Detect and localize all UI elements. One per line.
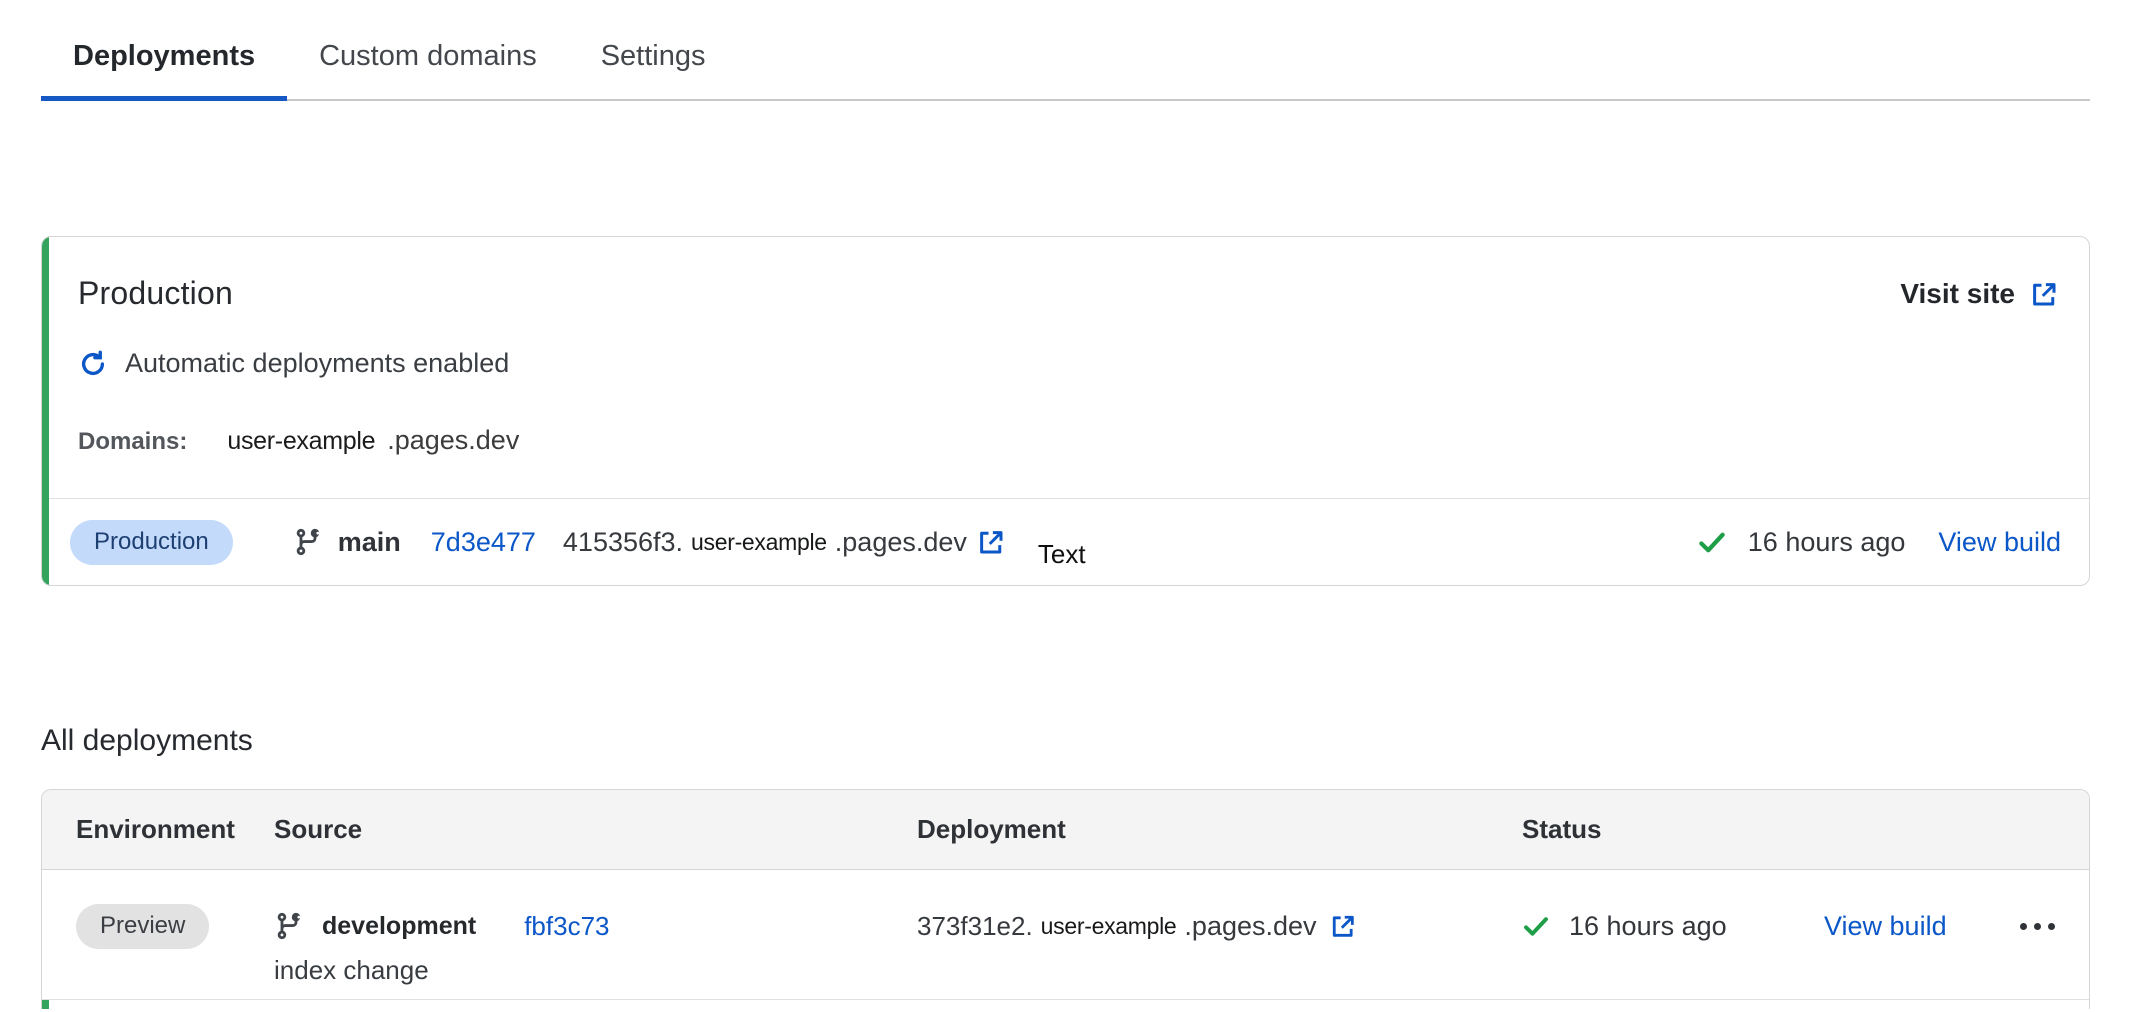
source-cell: development fbf3c73 index change [274, 906, 917, 989]
deployments-table: Environment Source Deployment Status Pre… [41, 789, 2090, 1009]
external-link-icon [2029, 279, 2059, 309]
source-line: development fbf3c73 [274, 906, 610, 946]
all-deployments-heading: All deployments [41, 724, 2090, 758]
visit-site-label: Visit site [1900, 278, 2015, 310]
visit-site-link[interactable]: Visit site [1900, 278, 2059, 310]
actions-cell: View build [1824, 906, 2089, 946]
column-header-status: Status [1522, 814, 1824, 845]
domain-suffix: .pages.dev [387, 425, 519, 456]
refresh-icon [78, 349, 108, 379]
deployment-subdomain: 415356f3. [563, 527, 683, 558]
deployment-time: 16 hours ago [1569, 911, 1727, 942]
branch-name: development [322, 912, 476, 941]
tab-label: Settings [601, 40, 706, 72]
annotation-text: Text [1038, 539, 1086, 570]
production-indicator-bar [42, 237, 49, 585]
environment-badge: Preview [76, 904, 209, 949]
production-indicator-bar [42, 1000, 49, 1009]
auto-deployments-status: Automatic deployments enabled [78, 348, 2059, 379]
column-header-deployment: Deployment [917, 814, 1522, 845]
commit-message: index change [274, 951, 429, 989]
deployment-subdomain: 373f31e2. [917, 911, 1033, 942]
tab-label: Deployments [73, 40, 255, 72]
more-options-icon[interactable] [2018, 917, 2057, 936]
deployment-domain-suffix: .pages.dev [835, 527, 967, 558]
production-card: Production Visit site Automatic de [41, 236, 2090, 586]
domains-label: Domains: [78, 428, 187, 456]
domains-row: Domains: user-example .pages.dev [78, 425, 2059, 456]
environment-cell: Preview [42, 906, 274, 946]
environment-badge: Production [70, 520, 233, 565]
deployment-domain-name: user-example [691, 529, 827, 556]
branch-name: main [338, 527, 401, 558]
table-header-row: Environment Source Deployment Status [42, 790, 2089, 870]
deployment-domain-name: user-example [1041, 913, 1177, 940]
external-link-icon[interactable] [1329, 912, 1357, 940]
tab-settings[interactable]: Settings [569, 34, 738, 101]
status-cell: 16 hours ago [1522, 906, 1824, 946]
check-icon [1522, 912, 1550, 940]
git-branch-icon [274, 911, 304, 941]
deployment-status: 16 hours ago View build [1697, 527, 2061, 558]
column-header-source: Source [274, 814, 917, 845]
auto-deployments-text: Automatic deployments enabled [125, 348, 509, 379]
deployment-time: 16 hours ago [1748, 527, 1906, 558]
production-card-header: Production Visit site [78, 275, 2059, 312]
commit-link[interactable]: fbf3c73 [524, 911, 609, 942]
tab-label: Custom domains [319, 40, 537, 72]
table-row: Preview development fbf3c73 index change… [42, 870, 2089, 1000]
git-branch-icon [293, 527, 323, 557]
column-header-environment: Environment [42, 814, 274, 845]
deployment-domain-suffix: .pages.dev [1184, 911, 1316, 942]
check-icon [1697, 527, 1727, 557]
tab-bar: Deployments Custom domains Settings [41, 34, 2090, 101]
production-deployment-row: Production main 7d3e477 415356f3. user-e… [42, 498, 2089, 585]
view-build-link[interactable]: View build [1938, 527, 2061, 558]
production-card-body: Production Visit site Automatic de [42, 237, 2089, 456]
deployment-cell: 373f31e2. user-example .pages.dev [917, 906, 1522, 946]
domain-name: user-example [227, 427, 375, 456]
next-row-peek [42, 1000, 2089, 1009]
production-heading: Production [78, 275, 233, 312]
commit-link[interactable]: 7d3e477 [431, 527, 536, 558]
tab-custom-domains[interactable]: Custom domains [287, 34, 569, 101]
view-build-link[interactable]: View build [1824, 911, 1947, 942]
tab-deployments[interactable]: Deployments [41, 34, 287, 101]
pages-project-screen: Deployments Custom domains Settings Prod… [0, 0, 2132, 1012]
external-link-icon[interactable] [976, 527, 1006, 557]
